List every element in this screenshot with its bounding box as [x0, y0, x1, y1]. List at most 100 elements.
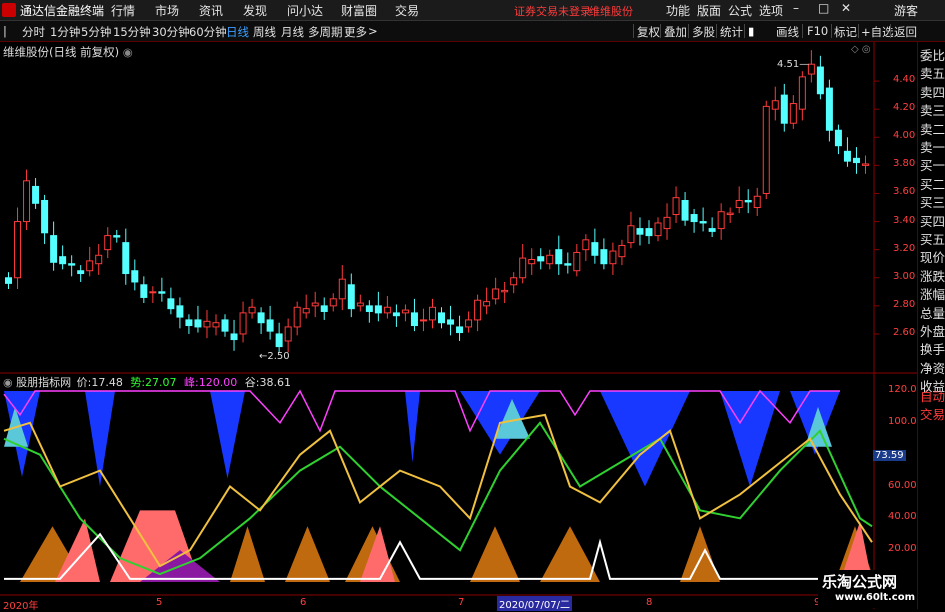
watermark-title: 乐淘公式网	[822, 573, 898, 591]
period-60min[interactable]: 60分钟	[189, 24, 227, 40]
peak-line	[3, 389, 840, 433]
candle	[663, 203, 671, 240]
candle	[266, 305, 274, 340]
f10-button[interactable]: F10	[807, 24, 828, 38]
candle	[185, 314, 193, 334]
indicator-settings-icon[interactable]: ◉	[3, 376, 13, 389]
indicator-name[interactable]: 股朋指标网	[16, 376, 71, 389]
candle	[14, 207, 22, 289]
candle	[59, 245, 67, 270]
menu-quotes[interactable]: 行情	[111, 2, 135, 19]
period-30min[interactable]: 30分钟	[152, 24, 190, 40]
maximize-icon[interactable]: □	[818, 1, 829, 15]
show-button[interactable]: ▮	[748, 24, 754, 38]
candle	[23, 169, 31, 230]
candle	[672, 186, 680, 223]
current-stock: 维维股份	[589, 5, 633, 18]
statistics-button[interactable]: 统计	[720, 24, 743, 40]
menu-bar: 通达信金融终端 行情 市场 资讯 发现 问小达 财富圈 交易 证券交易未登录 维…	[0, 0, 945, 21]
quote-field-label: 买四	[920, 213, 945, 229]
guest-label[interactable]: 游客	[894, 2, 918, 19]
add-watchlist-button[interactable]: +自选	[861, 24, 894, 40]
period-monthly[interactable]: 月线	[281, 24, 304, 40]
period-daily[interactable]: 日线	[226, 24, 249, 40]
period-toolbar: | 分时 1分钟 5分钟 15分钟 30分钟 60分钟 日线 周线 月线 多周期…	[0, 21, 945, 42]
candle	[401, 304, 409, 322]
candle	[194, 305, 202, 333]
quote-field-label: 卖二	[920, 121, 945, 137]
menu-assistant[interactable]: 问小达	[287, 2, 323, 19]
app-title: 通达信金融终端	[20, 4, 105, 18]
chevron-right-icon[interactable]: >	[368, 24, 378, 38]
candle	[591, 228, 599, 264]
orange-zone	[230, 526, 265, 582]
candle	[537, 248, 545, 270]
y-tick-label: 3.80	[893, 158, 916, 170]
candle	[239, 301, 247, 343]
toolbar-menu-icon[interactable]: |	[3, 24, 7, 38]
toolbar-divider	[716, 24, 717, 38]
period-multi[interactable]: 多周期	[308, 24, 343, 40]
candle	[717, 203, 725, 240]
overlay-button[interactable]: 叠加	[664, 24, 687, 40]
diamond-icon[interactable]: ◇ ◎	[851, 44, 871, 55]
candle	[735, 186, 743, 214]
x-label-may: 5	[156, 597, 163, 608]
candle	[861, 155, 869, 174]
menu-layout[interactable]: 版面	[697, 2, 721, 19]
period-tick[interactable]: 分时	[22, 24, 45, 40]
period-weekly[interactable]: 周线	[253, 24, 276, 40]
quote-field-label: 买三	[920, 195, 945, 211]
minimize-icon[interactable]: –	[793, 1, 799, 15]
candle	[5, 272, 13, 289]
menu-function[interactable]: 功能	[666, 2, 690, 19]
menu-market[interactable]: 市场	[155, 2, 179, 19]
price-value: 17.48	[91, 376, 123, 389]
menu-discover[interactable]: 发现	[243, 2, 267, 19]
app-logo-icon	[2, 3, 16, 17]
period-more[interactable]: 更多	[344, 24, 367, 40]
candle	[212, 314, 220, 336]
back-button[interactable]: 返回	[894, 24, 917, 40]
candle	[825, 79, 833, 142]
draw-line-button[interactable]: 画线	[776, 24, 799, 40]
quote-field-label: 买五	[920, 232, 945, 247]
chart-canvas[interactable]	[0, 42, 917, 609]
toolbar-divider	[633, 24, 634, 38]
candle	[834, 124, 842, 155]
candle	[32, 178, 40, 209]
menu-trade[interactable]: 交易	[395, 2, 419, 19]
candle	[149, 286, 157, 304]
x-label-2020: 2020年	[3, 601, 39, 612]
candle	[519, 244, 527, 284]
candle	[447, 305, 455, 336]
mark-button[interactable]: 标记	[834, 24, 857, 40]
candle	[555, 235, 563, 275]
candle	[311, 291, 319, 318]
quote-field-label: 卖一	[920, 140, 945, 155]
candle	[230, 319, 238, 351]
quote-field-label: 买一	[920, 158, 945, 174]
adjust-button[interactable]: 复权	[637, 24, 660, 40]
auto-trade-label[interactable]: 自动	[920, 386, 945, 405]
settings-icon[interactable]: ◉	[123, 45, 133, 59]
indicator-y-tick: 40.00	[888, 511, 917, 523]
period-5min[interactable]: 5分钟	[81, 24, 111, 40]
menu-options[interactable]: 选项	[759, 2, 783, 19]
period-15min[interactable]: 15分钟	[113, 24, 151, 40]
multi-stock-button[interactable]: 多股	[692, 24, 715, 40]
candle	[392, 304, 400, 327]
candle	[474, 294, 482, 332]
candle	[338, 265, 346, 311]
quote-field-label: 卖四	[920, 84, 945, 100]
login-status[interactable]: 证券交易未登录	[514, 3, 591, 19]
orange-zone	[470, 526, 520, 582]
menu-formula[interactable]: 公式	[728, 2, 752, 19]
menu-news[interactable]: 资讯	[199, 2, 223, 19]
quote-field-label: 卖三	[920, 103, 945, 119]
y-tick-label: 2.80	[893, 298, 916, 310]
menu-wealth[interactable]: 财富圈	[341, 2, 377, 19]
period-1min[interactable]: 1分钟	[50, 24, 80, 40]
auto-trade-label[interactable]: 交易	[920, 404, 945, 423]
close-icon[interactable]: ✕	[841, 1, 851, 15]
